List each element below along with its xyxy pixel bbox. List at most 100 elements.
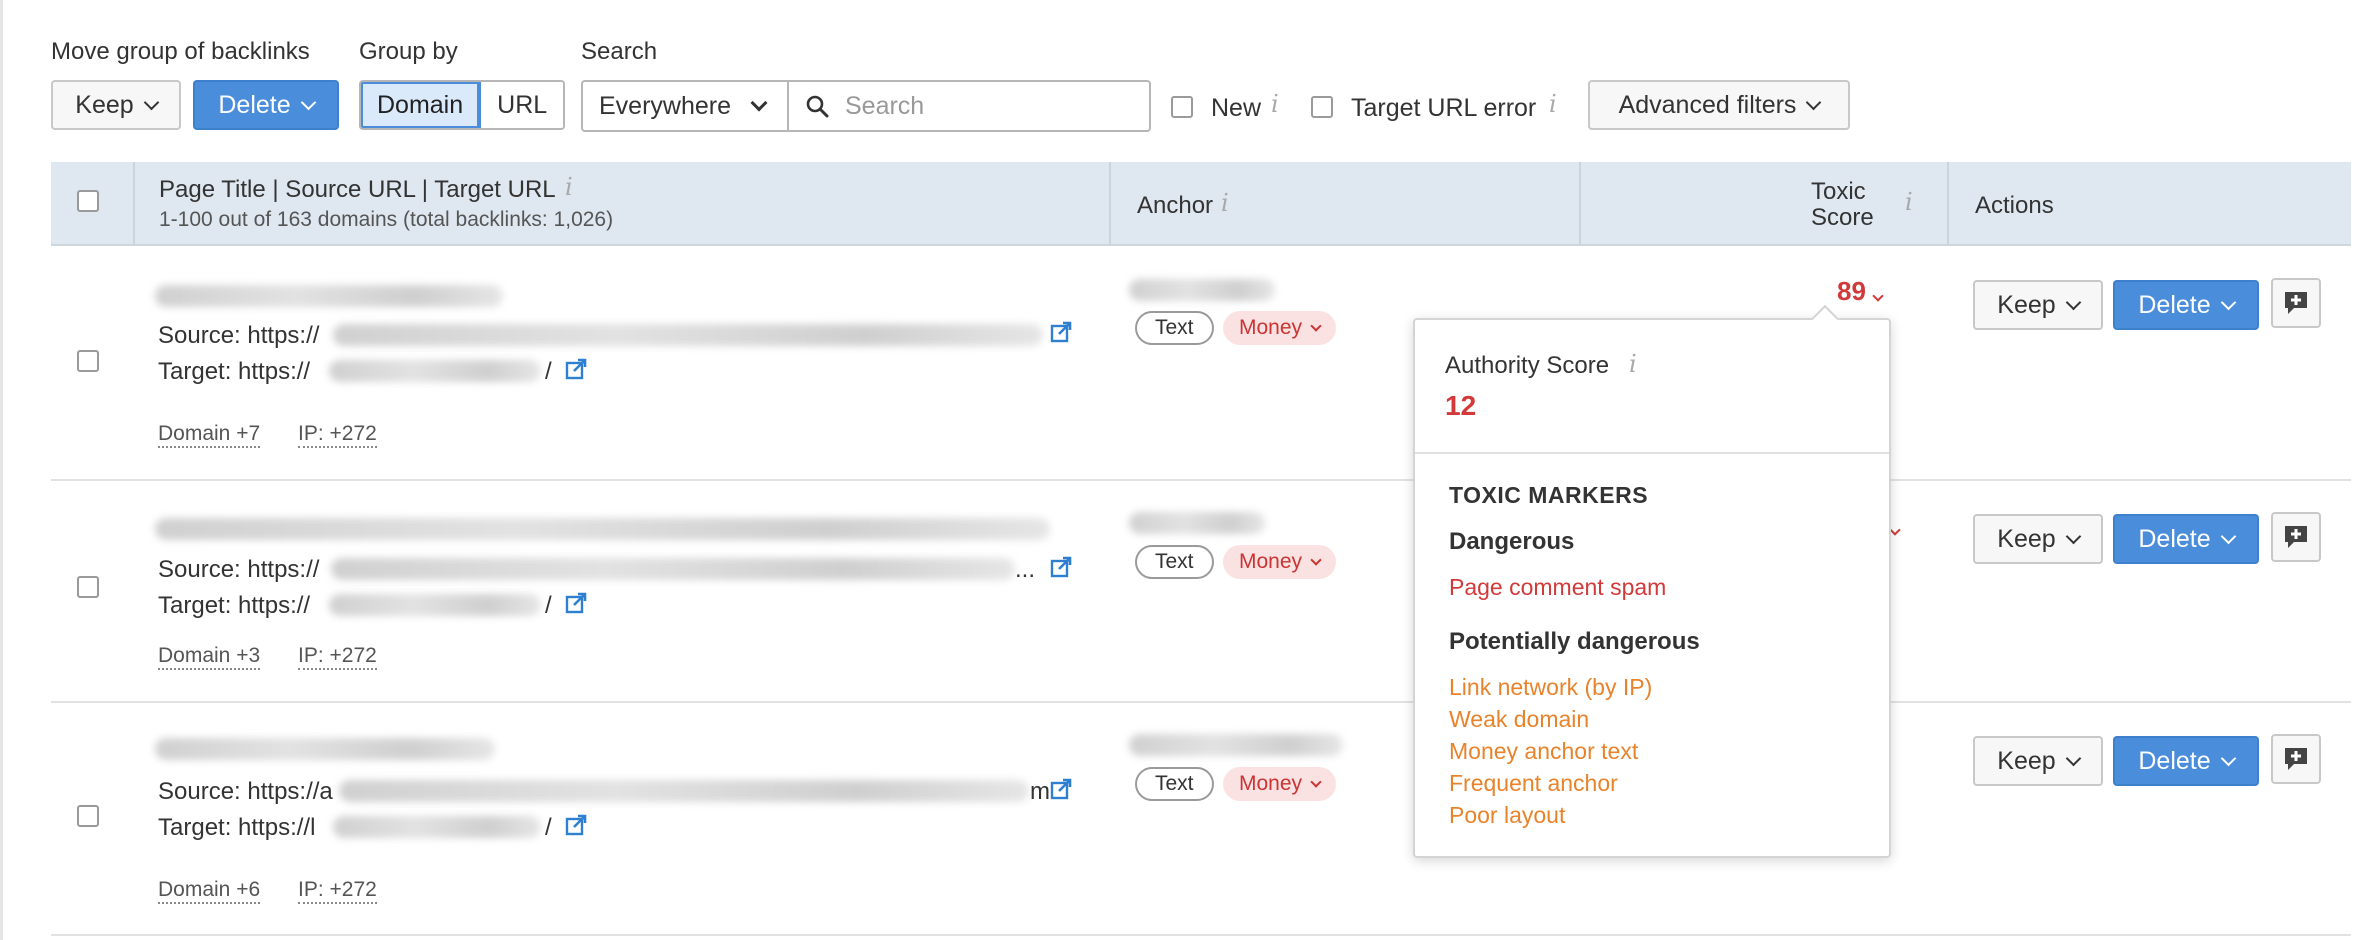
target-url-prefix: Target: https:// bbox=[158, 358, 311, 385]
new-checkbox[interactable] bbox=[1171, 96, 1193, 118]
target-url-redacted bbox=[329, 594, 541, 616]
advanced-filters-button[interactable]: Advanced filters bbox=[1588, 80, 1850, 130]
ip-count-link[interactable]: IP: +272 bbox=[298, 878, 377, 904]
chevron-down-icon bbox=[1310, 553, 1322, 566]
column-header-page[interactable]: Page Title | Source URL | Target URL bbox=[159, 176, 556, 204]
anchor-tag-dropdown[interactable]: Money bbox=[1223, 767, 1337, 801]
row-checkbox[interactable] bbox=[77, 350, 99, 372]
group-by-domain-option[interactable]: Domain bbox=[361, 82, 482, 128]
row-divider bbox=[51, 479, 2351, 481]
domain-count-link[interactable]: Domain +7 bbox=[158, 422, 261, 448]
chevron-down-icon bbox=[1310, 319, 1322, 332]
row-checkbox[interactable] bbox=[77, 805, 99, 827]
anchor-text-redacted bbox=[1129, 279, 1275, 301]
source-url-suffix: m bbox=[1030, 778, 1050, 805]
external-link-icon[interactable] bbox=[1050, 778, 1072, 800]
external-link-icon[interactable] bbox=[565, 814, 587, 836]
dangerous-title: Dangerous bbox=[1449, 528, 1575, 555]
chevron-down-icon bbox=[750, 94, 768, 112]
ip-count-link[interactable]: IP: +272 bbox=[298, 422, 377, 448]
anchor-type-badge: Text bbox=[1135, 545, 1214, 579]
select-all-checkbox[interactable] bbox=[77, 190, 99, 212]
potential-marker: Poor layout bbox=[1449, 802, 1566, 828]
chevron-down-icon bbox=[2065, 750, 2081, 766]
toxic-score-popover: Authority Score i 12 TOXIC MARKERS Dange… bbox=[1413, 304, 1891, 858]
toxic-score-toggle[interactable]: 89 bbox=[1837, 276, 1884, 307]
info-icon[interactable]: i bbox=[1629, 350, 1637, 378]
authority-score-value: 12 bbox=[1445, 390, 1477, 421]
new-label: New bbox=[1211, 94, 1262, 122]
group-by-url-option[interactable]: URL bbox=[481, 82, 564, 128]
add-comment-button[interactable] bbox=[2271, 734, 2321, 784]
external-link-icon[interactable] bbox=[565, 358, 587, 380]
ip-count-link[interactable]: IP: +272 bbox=[298, 644, 377, 670]
delete-button[interactable]: Delete bbox=[2113, 514, 2259, 564]
column-header-toxic-2[interactable]: Score bbox=[1811, 204, 1874, 232]
info-icon[interactable]: i bbox=[1549, 90, 1557, 118]
toxic-markers-title: TOXIC MARKERS bbox=[1449, 482, 1649, 508]
potential-marker: Money anchor text bbox=[1449, 738, 1639, 764]
source-url-prefix: Source: https:// bbox=[158, 556, 320, 583]
anchor-tag-dropdown[interactable]: Money bbox=[1223, 545, 1337, 579]
source-url-redacted bbox=[331, 558, 1015, 580]
add-comment-icon bbox=[2285, 526, 2307, 548]
page-title-redacted bbox=[155, 738, 495, 760]
add-comment-button[interactable] bbox=[2271, 512, 2321, 562]
target-url-redacted bbox=[329, 360, 541, 382]
chevron-down-icon bbox=[2220, 750, 2236, 766]
source-url-redacted bbox=[339, 780, 1029, 802]
chevron-down-icon bbox=[1806, 94, 1822, 110]
anchor-type-badge: Text bbox=[1135, 311, 1214, 345]
target-url-error-label: Target URL error bbox=[1351, 94, 1537, 122]
source-url-prefix: Source: https:// bbox=[158, 322, 320, 349]
anchor-type-badge: Text bbox=[1135, 767, 1214, 801]
chevron-down-icon bbox=[300, 94, 316, 110]
chevron-down-icon bbox=[2220, 294, 2236, 310]
chevron-down-icon bbox=[143, 94, 159, 110]
source-url-ellipsis: ... bbox=[1015, 556, 1036, 583]
info-icon[interactable]: i bbox=[1271, 90, 1279, 118]
domain-count-link[interactable]: Domain +6 bbox=[158, 878, 261, 904]
column-header-anchor[interactable]: Anchor bbox=[1137, 192, 1213, 220]
keep-button[interactable]: Keep bbox=[1973, 736, 2103, 786]
target-url-error-checkbox[interactable] bbox=[1311, 96, 1333, 118]
delete-button[interactable]: Delete bbox=[2113, 280, 2259, 330]
source-url-prefix: Source: https://a bbox=[158, 778, 333, 805]
search-label: Search bbox=[581, 38, 658, 65]
anchor-text-redacted bbox=[1129, 512, 1265, 534]
group-by-toggle: Domain URL bbox=[359, 80, 566, 130]
chevron-down-icon bbox=[1889, 524, 1901, 536]
chevron-down-icon bbox=[2220, 528, 2236, 544]
backlink-audit-panel: Move group of backlinks Keep Delete Grou… bbox=[0, 0, 2380, 940]
results-count: 1-100 out of 163 domains (total backlink… bbox=[159, 208, 614, 231]
chevron-down-icon bbox=[2065, 528, 2081, 544]
info-icon[interactable]: i bbox=[1221, 189, 1229, 217]
add-comment-button[interactable] bbox=[2271, 278, 2321, 328]
target-url-suffix: / bbox=[545, 358, 552, 385]
external-link-icon[interactable] bbox=[1050, 321, 1072, 343]
column-header-actions: Actions bbox=[1975, 192, 2054, 219]
authority-score-label: Authority Score bbox=[1445, 352, 1610, 379]
keep-button[interactable]: Keep bbox=[1973, 514, 2103, 564]
column-divider bbox=[1109, 162, 1111, 246]
row-checkbox[interactable] bbox=[77, 576, 99, 598]
search-input[interactable] bbox=[845, 91, 1135, 121]
anchor-tag-dropdown[interactable]: Money bbox=[1223, 311, 1337, 345]
target-url-prefix: Target: https://l bbox=[158, 814, 316, 841]
domain-count-link[interactable]: Domain +3 bbox=[158, 644, 261, 670]
source-url-redacted bbox=[333, 324, 1043, 346]
delete-group-button[interactable]: Delete bbox=[193, 80, 339, 130]
external-link-icon[interactable] bbox=[1050, 556, 1072, 578]
keep-button[interactable]: Keep bbox=[1973, 280, 2103, 330]
column-divider bbox=[1947, 162, 1949, 246]
delete-button[interactable]: Delete bbox=[2113, 736, 2259, 786]
column-header-toxic-1[interactable]: Toxic bbox=[1811, 178, 1866, 206]
keep-group-button[interactable]: Keep bbox=[51, 80, 181, 130]
target-url-redacted bbox=[333, 816, 541, 838]
info-icon[interactable]: i bbox=[1905, 188, 1913, 216]
page-title-redacted bbox=[155, 285, 503, 307]
external-link-icon[interactable] bbox=[565, 592, 587, 614]
search-scope-select[interactable]: Everywhere bbox=[581, 80, 789, 132]
column-divider bbox=[1579, 162, 1581, 246]
info-icon[interactable]: i bbox=[565, 173, 573, 201]
